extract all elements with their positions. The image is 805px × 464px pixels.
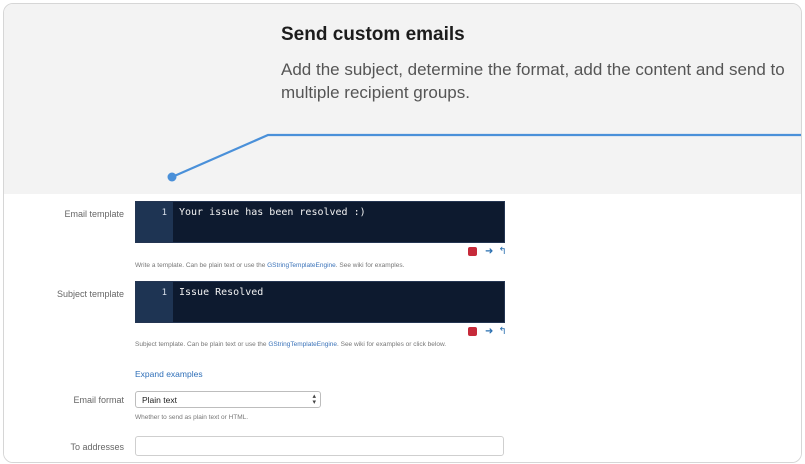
email-format-select[interactable]: Plain text ▴ ▾ [135, 391, 321, 408]
editor-gutter: 1 [136, 202, 173, 242]
callout-dot [167, 172, 177, 182]
gstring-template-engine-link[interactable]: GStringTemplateEngine [268, 341, 337, 348]
email-format-value: Plain text [142, 395, 177, 405]
editor-gutter: 1 [136, 282, 173, 322]
to-addresses-label: To addresses [70, 442, 124, 452]
email-template-editor[interactable]: 1 Your issue has been resolved :) [135, 201, 505, 243]
email-template-help: Write a template. Can be plain text or u… [135, 261, 507, 271]
subject-template-help: Subject template. Can be plain text or u… [135, 340, 507, 350]
email-settings-form: Email template 1 Your issue has been res… [4, 194, 801, 462]
return-icon[interactable]: ↰ [498, 326, 506, 337]
email-format-label: Email format [73, 395, 124, 405]
line-number: 1 [161, 208, 167, 218]
expand-examples-link[interactable]: Expand examples [135, 369, 203, 379]
updown-caret-icon: ▴ ▾ [312, 393, 316, 406]
help-text: Write a template. Can be plain text or u… [135, 262, 268, 269]
return-icon[interactable]: ↰ [498, 246, 506, 257]
to-addresses-input[interactable] [135, 436, 504, 456]
line-number: 1 [161, 288, 167, 298]
email-format-help: Whether to send as plain text or HTML. [135, 414, 249, 421]
callout-connector [167, 133, 801, 182]
arrow-right-icon[interactable]: ➜ [485, 326, 493, 337]
help-text: . See wiki for examples. [335, 262, 405, 269]
callout-line [171, 133, 801, 179]
email-template-toolbar: ➜ ↰ [468, 243, 507, 257]
subject-template-toolbar: ➜ ↰ [468, 323, 507, 337]
subject-template-code[interactable]: Issue Resolved [179, 287, 263, 298]
gstring-template-engine-link[interactable]: GStringTemplateEngine [267, 262, 336, 269]
email-template-code[interactable]: Your issue has been resolved :) [179, 207, 366, 218]
help-text: . See wiki for examples or click below. [337, 341, 447, 348]
screenshot-frame: Send custom emails Add the subject, dete… [3, 3, 802, 463]
help-text: Subject template. Can be plain text or u… [135, 341, 269, 348]
fullscreen-icon[interactable] [468, 327, 477, 337]
subject-template-label: Subject template [56, 289, 124, 299]
email-template-label: Email template [64, 209, 124, 219]
arrow-right-icon[interactable]: ➜ [485, 246, 493, 257]
subject-template-editor[interactable]: 1 Issue Resolved [135, 281, 505, 323]
fullscreen-icon[interactable] [468, 247, 477, 257]
